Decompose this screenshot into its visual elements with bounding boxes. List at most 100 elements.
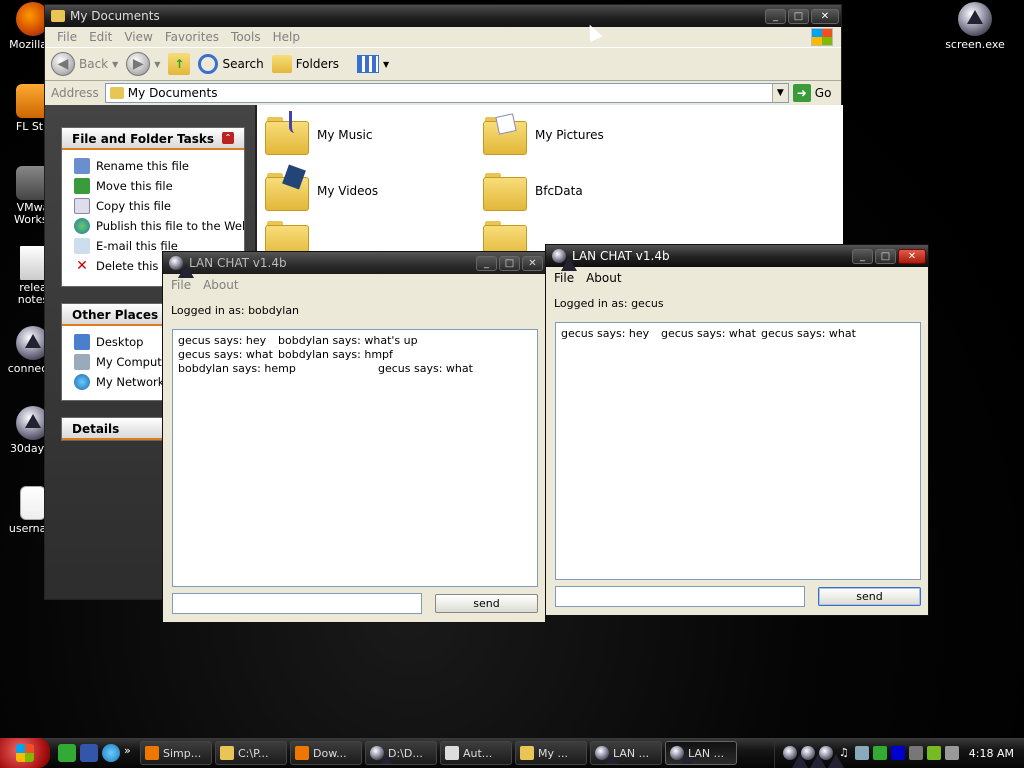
- close-button[interactable]: ✕: [522, 255, 543, 271]
- back-arrow-icon: ◀: [51, 52, 75, 76]
- menu-help[interactable]: Help: [267, 30, 306, 44]
- windows-logo-icon: [811, 28, 833, 46]
- go-button[interactable]: ➜ Go: [792, 84, 831, 102]
- chat-log[interactable]: gecus says: hey gecus says: what gecus say…: [555, 322, 921, 580]
- address-field[interactable]: My Documents ▼: [104, 83, 789, 103]
- start-button[interactable]: [0, 738, 50, 768]
- task-button[interactable]: C:\P...: [215, 741, 287, 765]
- aim-icon: [169, 256, 194, 278]
- aim-icon[interactable]: [800, 746, 826, 768]
- menu-view[interactable]: View: [118, 30, 158, 44]
- network-icon[interactable]: [854, 746, 869, 760]
- quicklaunch-app-icon[interactable]: [58, 744, 76, 762]
- folder-my-pictures[interactable]: My Pictures: [483, 113, 604, 155]
- address-dropdown-button[interactable]: ▼: [771, 84, 788, 102]
- document-icon: [445, 746, 459, 760]
- task-button[interactable]: My ...: [515, 741, 587, 765]
- send-button[interactable]: send: [435, 594, 538, 613]
- folder-icon: [51, 10, 65, 22]
- task-button[interactable]: Dow...: [290, 741, 362, 765]
- maximize-button[interactable]: □: [788, 8, 809, 24]
- ie-icon[interactable]: [102, 744, 120, 762]
- menu-file[interactable]: File: [165, 278, 197, 292]
- message-input[interactable]: [555, 586, 805, 607]
- network-icon: [74, 374, 90, 390]
- task-button[interactable]: LAN ...: [590, 741, 662, 765]
- address-bar: Address My Documents ▼ ➜ Go: [45, 81, 841, 105]
- maximize-button[interactable]: □: [875, 248, 896, 264]
- forward-button[interactable]: ▶ ▼: [126, 52, 160, 76]
- close-button[interactable]: ✕: [898, 248, 926, 264]
- views-button[interactable]: ▼: [357, 55, 389, 73]
- chat-titlebar[interactable]: LAN CHAT v1.4b _ □ ✕: [546, 245, 928, 271]
- menu-edit[interactable]: Edit: [83, 30, 118, 44]
- menu-about[interactable]: About: [580, 271, 627, 285]
- chat-window-bobdylan: LAN CHAT v1.4b _ □ ✕ File About Logged i…: [162, 251, 546, 623]
- aim-icon: [370, 746, 395, 764]
- menu-bar: File Edit View Favorites Tools Help: [45, 27, 841, 47]
- task-move[interactable]: Move this file: [62, 176, 244, 196]
- go-arrow-icon: ➜: [792, 84, 811, 102]
- taskbar: » Simp... C:\P... Dow... D:\D... Aut... …: [0, 738, 1024, 768]
- safely-remove-icon[interactable]: [872, 746, 887, 760]
- maximize-button[interactable]: □: [499, 255, 520, 271]
- menu-file[interactable]: File: [51, 30, 83, 44]
- menu-favorites[interactable]: Favorites: [159, 30, 225, 44]
- send-button[interactable]: send: [818, 587, 921, 606]
- aim-icon[interactable]: [818, 746, 844, 768]
- system-tray: ♫ 4:18 AM: [773, 738, 1024, 768]
- desktop-icon-screen-exe[interactable]: screen.exe: [942, 2, 1008, 51]
- folder-my-videos[interactable]: My Videos: [265, 164, 378, 211]
- computer-icon: [74, 354, 90, 370]
- message-input[interactable]: [172, 593, 422, 614]
- task-button[interactable]: Aut...: [440, 741, 512, 765]
- search-icon: [198, 54, 219, 74]
- logged-in-label: Logged in as: gecus: [554, 297, 664, 310]
- task-rename[interactable]: Rename this file: [62, 156, 244, 176]
- copy-icon: [74, 198, 90, 214]
- collapse-icon[interactable]: ⌃: [222, 132, 234, 144]
- task-copy[interactable]: Copy this file: [62, 196, 244, 216]
- minimize-button[interactable]: _: [476, 255, 497, 271]
- search-button[interactable]: Search: [198, 54, 264, 74]
- tray-app-icon[interactable]: [944, 746, 959, 760]
- chat-titlebar[interactable]: LAN CHAT v1.4b _ □ ✕: [163, 252, 545, 278]
- chat-menu-bar: File About: [163, 274, 545, 296]
- task-publish[interactable]: Publish this file to the Web: [62, 216, 244, 236]
- chat-log[interactable]: gecus says: hey bobdylan says: what's up …: [172, 329, 538, 587]
- chat-window-gecus: LAN CHAT v1.4b _ □ ✕ File About Logged i…: [545, 244, 929, 616]
- up-folder-button[interactable]: ↑: [168, 53, 191, 75]
- aim-icon[interactable]: [782, 746, 808, 768]
- videos-folder-icon: [265, 164, 309, 211]
- music-folder-icon: [265, 111, 309, 155]
- folder-icon: [220, 746, 234, 760]
- firefox-icon: [145, 746, 159, 760]
- folder-my-music[interactable]: My Music: [265, 111, 372, 155]
- minimize-button[interactable]: _: [852, 248, 873, 264]
- task-button-active[interactable]: LAN ...: [665, 741, 737, 765]
- back-button[interactable]: ◀ Back ▼: [51, 52, 118, 76]
- notepad-icon: [20, 486, 46, 520]
- task-button[interactable]: D:\D...: [365, 741, 437, 765]
- nvidia-icon[interactable]: [926, 746, 941, 760]
- panel-header[interactable]: File and Folder Tasks ⌃: [62, 128, 244, 150]
- aim-icon: [670, 746, 695, 764]
- clock[interactable]: 4:18 AM: [969, 747, 1014, 760]
- desktop-icon: [74, 334, 90, 350]
- explorer-titlebar[interactable]: My Documents _ □ ✕: [45, 5, 841, 27]
- minimize-button[interactable]: _: [765, 8, 786, 24]
- quicklaunch-app-icon[interactable]: [80, 744, 98, 762]
- task-button[interactable]: Simp...: [140, 741, 212, 765]
- menu-tools[interactable]: Tools: [225, 30, 267, 44]
- media-player-icon[interactable]: [890, 746, 905, 760]
- windows-logo-icon: [16, 744, 34, 762]
- close-button[interactable]: ✕: [811, 8, 839, 24]
- quick-launch: »: [58, 744, 134, 762]
- folders-button[interactable]: Folders: [271, 55, 339, 73]
- menu-file[interactable]: File: [548, 271, 580, 285]
- volume-icon[interactable]: [908, 746, 923, 760]
- menu-about[interactable]: About: [197, 278, 244, 292]
- folder-bfcdata[interactable]: BfcData: [483, 171, 583, 211]
- more-chevron-icon[interactable]: »: [124, 744, 134, 762]
- folder-icon: [483, 171, 527, 211]
